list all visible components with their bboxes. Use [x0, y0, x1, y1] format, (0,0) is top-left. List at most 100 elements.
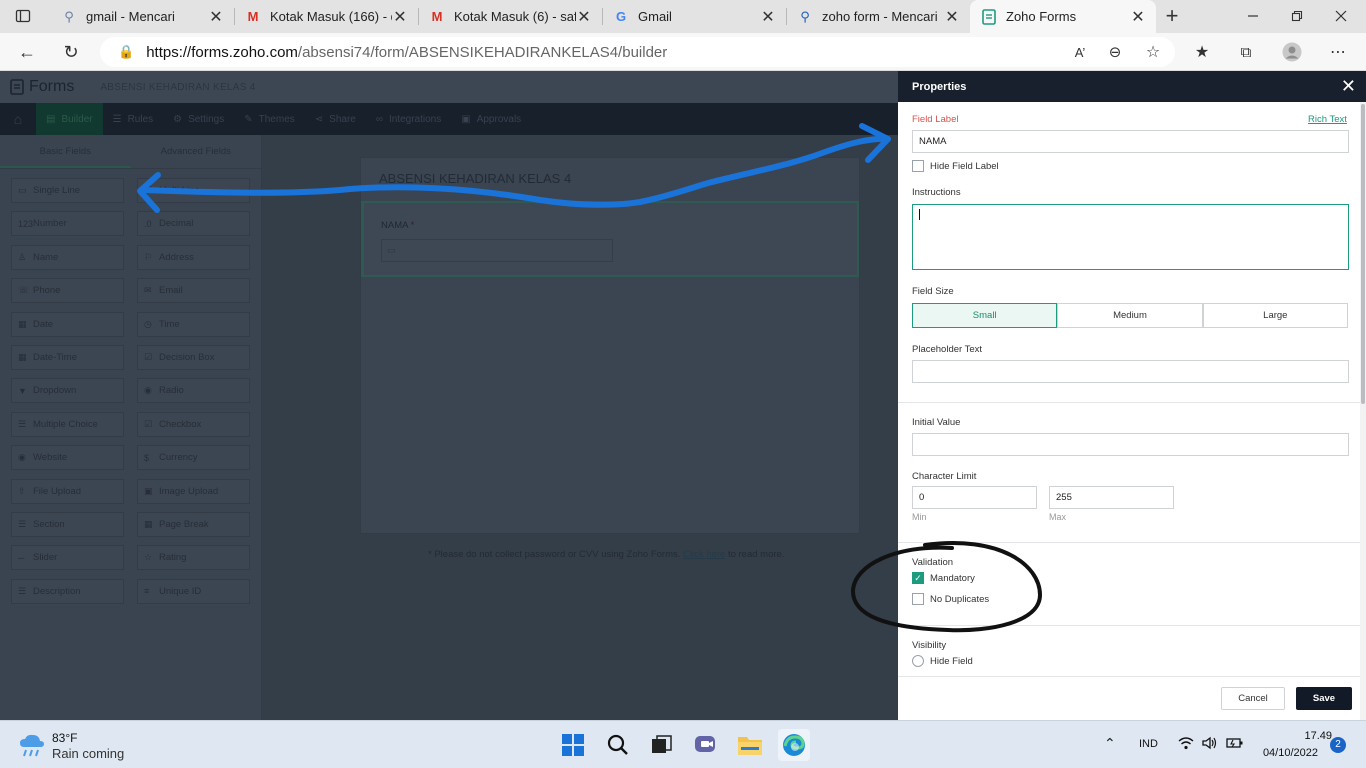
language-indicator[interactable]: IND — [1139, 738, 1158, 750]
field-type-dropdown[interactable]: ▼ Dropdown — [11, 378, 124, 404]
task-view-icon[interactable] — [646, 729, 678, 761]
clock-date[interactable]: 04/10/2022 — [1258, 747, 1318, 759]
tab-basic-fields[interactable]: Basic Fields — [0, 135, 131, 168]
menu-themes[interactable]: ✎ Themes — [234, 103, 305, 135]
size-large-option[interactable]: Large — [1202, 303, 1348, 328]
field-type-page-break[interactable]: ▦ Page Break — [137, 512, 250, 537]
field-type-rating[interactable]: ☆ Rating — [137, 545, 250, 571]
form-title[interactable]: ABSENSI KEHADIRAN KELAS 4 — [379, 171, 571, 186]
close-tab-icon[interactable]: ✕ — [760, 7, 776, 27]
field-type-time[interactable]: ◷ Time — [137, 311, 250, 337]
menu-builder[interactable]: ▤ Builder — [36, 103, 103, 135]
placeholder-input[interactable] — [912, 360, 1349, 383]
field-type-number[interactable]: 123 Number — [11, 211, 124, 237]
tab-kotak-masuk-166[interactable]: M Kotak Masuk (166) - d ✕ — [234, 0, 418, 33]
field-type-description[interactable]: ☰ Description — [11, 578, 124, 604]
no-duplicates-checkbox[interactable]: No Duplicates — [912, 593, 989, 605]
field-label-input[interactable]: NAMA — [912, 130, 1349, 153]
windows-start-icon[interactable] — [557, 729, 589, 761]
teams-chat-icon[interactable] — [690, 729, 722, 761]
new-tab-icon[interactable]: + — [1159, 3, 1185, 29]
collections-icon[interactable]: ⧉ — [1233, 39, 1259, 65]
tab-advanced-fields[interactable]: Advanced Fields — [131, 135, 262, 168]
properties-scrollbar[interactable] — [1360, 102, 1366, 720]
mandatory-checkbox[interactable]: ✓ Mandatory — [912, 572, 975, 584]
tab-gmail[interactable]: G Gmail ✕ — [602, 0, 786, 33]
search-icon[interactable] — [602, 729, 634, 761]
field-type-address[interactable]: ⚐ Address — [137, 244, 250, 270]
forms-logo[interactable]: Forms — [10, 78, 74, 96]
hide-field-label-checkbox[interactable]: Hide Field Label — [912, 160, 999, 172]
close-tab-icon[interactable]: ✕ — [944, 7, 960, 27]
volume-icon[interactable] — [1201, 735, 1219, 754]
tab-actions-icon[interactable] — [10, 3, 36, 29]
back-icon[interactable]: ← — [14, 39, 40, 65]
clock-time[interactable]: 17.49 — [1280, 730, 1332, 742]
close-icon[interactable]: ✕ — [1341, 76, 1356, 97]
field-type-checkbox[interactable]: ☑ Checkbox — [137, 411, 250, 437]
wifi-icon[interactable] — [1178, 736, 1194, 753]
char-limit-min-input[interactable]: 0 — [912, 486, 1037, 509]
field-type-decision-box[interactable]: ☑ Decision Box — [137, 345, 250, 370]
field-type-decimal[interactable]: .0 Decimal — [137, 211, 250, 237]
field-type-multi-line[interactable]: ☰ Multi Line — [137, 178, 250, 203]
home-icon[interactable]: ⌂ — [0, 103, 36, 135]
menu-approvals[interactable]: ▣ Approvals — [451, 103, 531, 135]
selected-field-nama[interactable]: NAMA * ▭ — [361, 201, 859, 277]
field-type-website[interactable]: ◉ Website — [11, 445, 124, 471]
tab-zoho-forms[interactable]: Zoho Forms ✕ — [970, 0, 1156, 33]
more-options-icon[interactable]: ⋯ — [1325, 39, 1351, 65]
battery-icon[interactable] — [1226, 736, 1244, 753]
field-type-single-line[interactable]: ▭ Single Line — [11, 178, 124, 203]
size-medium-option[interactable]: Medium — [1057, 303, 1203, 328]
menu-settings[interactable]: ⚙ Settings — [163, 103, 234, 135]
notification-badge[interactable]: 2 — [1330, 737, 1346, 753]
field-type-slider[interactable]: ─ Slider — [11, 545, 124, 571]
add-favorite-icon[interactable]: ☆ — [1140, 39, 1166, 65]
field-type-image-upload[interactable]: ▣ Image Upload — [137, 478, 250, 504]
field-type-date-time[interactable]: ▦ Date-Time — [11, 345, 124, 370]
field-type-currency[interactable]: $ Currency — [137, 445, 250, 471]
tab-gmail-search[interactable]: ⚲ gmail - Mencari ✕ — [50, 0, 234, 33]
field-type-radio[interactable]: ◉ Radio — [137, 378, 250, 404]
minimize-icon[interactable] — [1240, 3, 1266, 29]
profile-avatar[interactable] — [1279, 39, 1305, 65]
favorites-icon[interactable]: ★ — [1189, 39, 1215, 65]
hide-field-radio[interactable]: Hide Field — [912, 655, 973, 667]
cancel-button[interactable]: Cancel — [1221, 687, 1285, 710]
file-explorer-icon[interactable] — [734, 729, 766, 761]
tab-zoho-form-search[interactable]: ⚲ zoho form - Mencari ✕ — [786, 0, 970, 33]
field-type-name[interactable]: ♙ Name — [11, 244, 124, 270]
size-small-option[interactable]: Small — [912, 303, 1058, 328]
close-tab-icon[interactable]: ✕ — [208, 7, 224, 27]
initial-value-input[interactable] — [912, 433, 1349, 456]
menu-rules[interactable]: ☰ Rules — [103, 103, 164, 135]
chevron-up-icon[interactable]: ⌃ — [1104, 735, 1116, 752]
close-tab-icon[interactable]: ✕ — [392, 7, 408, 27]
menu-share[interactable]: ⋖ Share — [305, 103, 366, 135]
field-type-email[interactable]: ✉ Email — [137, 278, 250, 304]
refresh-icon[interactable]: ↻ — [58, 39, 84, 65]
scrollbar-thumb[interactable] — [1361, 104, 1365, 404]
field-type-section[interactable]: ☰ Section — [11, 512, 124, 537]
restore-icon[interactable] — [1284, 3, 1310, 29]
close-tab-icon[interactable]: ✕ — [1130, 7, 1146, 27]
close-tab-icon[interactable]: ✕ — [576, 7, 592, 27]
char-limit-max-input[interactable]: 255 — [1049, 486, 1174, 509]
field-type-unique-id[interactable]: ≡ Unique ID — [137, 578, 250, 604]
field-type-date[interactable]: ▦ Date — [11, 311, 124, 337]
tab-kotak-masuk-6[interactable]: M Kotak Masuk (6) - safi ✕ — [418, 0, 602, 33]
instructions-textarea[interactable] — [912, 204, 1349, 270]
edge-browser-icon[interactable] — [778, 729, 810, 761]
field-type-phone[interactable]: ☏ Phone — [11, 278, 124, 304]
field-type-multiple-choice[interactable]: ☰ Multiple Choice — [11, 411, 124, 437]
rich-text-link[interactable]: Rich Text — [1308, 114, 1347, 125]
field-type-file-upload[interactable]: ⇧ File Upload — [11, 478, 124, 504]
read-aloud-icon[interactable]: A’ — [1067, 39, 1093, 65]
note-link[interactable]: Click here — [683, 549, 725, 560]
save-button[interactable]: Save — [1296, 687, 1352, 710]
close-window-icon[interactable] — [1328, 3, 1354, 29]
weather-widget[interactable]: 83°F Rain coming — [16, 729, 136, 763]
url-input[interactable]: 🔒 https://forms.zoho.com/absensi74/form/… — [100, 37, 1175, 67]
zoom-out-icon[interactable]: ⊖ — [1102, 39, 1128, 65]
